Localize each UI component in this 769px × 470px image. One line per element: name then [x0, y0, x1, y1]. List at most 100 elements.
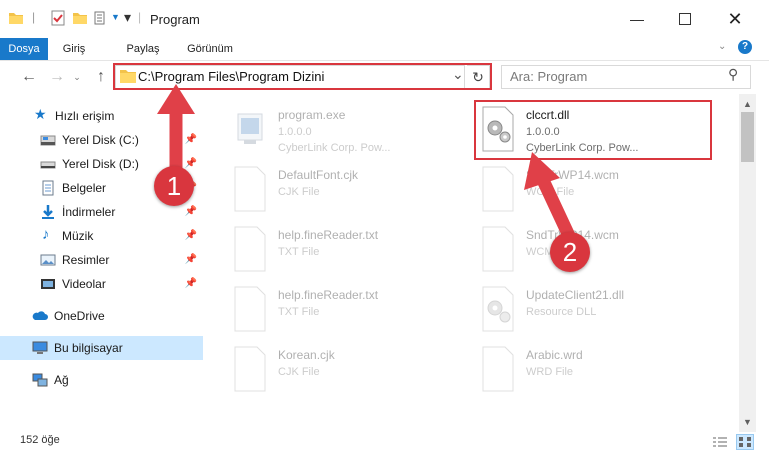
computer-icon: [32, 341, 48, 354]
window-title: Program: [150, 12, 200, 27]
file-name: SndTrWP14.wcm: [526, 168, 619, 182]
document-icon: [482, 166, 514, 212]
file-name: program.exe: [278, 108, 346, 122]
ribbon-bar: [0, 38, 769, 61]
file-name: Korean.cjk: [278, 348, 335, 362]
document-icon: [234, 286, 266, 332]
file-item-help-finereader-txt[interactable]: help.fineReader.txt TXT File: [232, 222, 482, 280]
properties-icon[interactable]: [50, 10, 66, 26]
up-button[interactable]: ↑: [92, 67, 110, 87]
sidebar-item-network[interactable]: Ağ: [0, 368, 203, 392]
file-name: help.fineReader.txt: [278, 288, 379, 302]
sidebar-item-pictures[interactable]: Resimler 📌: [0, 248, 203, 272]
sidebar-item-music[interactable]: ♪ Müzik 📌: [0, 224, 203, 248]
forward-button[interactable]: →: [48, 67, 66, 87]
expand-ribbon-icon[interactable]: ⌄: [718, 41, 726, 52]
close-button[interactable]: ✕: [712, 4, 758, 34]
search-input[interactable]: Ara: Program: [510, 69, 587, 84]
file-highlight-box: [474, 100, 712, 160]
arrow-left-icon: ←: [21, 68, 37, 85]
sidebar-item-local-disk-c[interactable]: Yerel Disk (C:) 📌: [0, 128, 203, 152]
documents-icon: [42, 180, 54, 196]
minimize-icon: —: [630, 11, 644, 27]
status-bar: [0, 432, 769, 470]
network-icon: [32, 373, 48, 387]
maximize-icon: [679, 13, 691, 25]
file-item-help-finereader-txt-2[interactable]: help.fineReader.txt TXT File: [232, 282, 482, 340]
separator: |: [32, 10, 36, 24]
tab-dosya[interactable]: Dosya: [0, 38, 48, 60]
customize-toolbar-icon[interactable]: [94, 10, 110, 26]
file-name: UpdateClient21.dll: [526, 288, 625, 302]
pin-icon[interactable]: 📌: [185, 206, 197, 217]
address-highlight-box: [113, 63, 492, 90]
drive-icon: [40, 135, 56, 146]
help-icon[interactable]: ?: [738, 40, 752, 54]
scroll-down-icon[interactable]: ▼: [739, 414, 756, 430]
file-item-updateclient21-dll[interactable]: UpdateClient21.dll Resource DLL: [480, 282, 730, 340]
music-icon: ♪: [42, 226, 50, 243]
file-type: CJK File: [278, 366, 320, 378]
separator: |: [138, 10, 142, 24]
recent-locations-button[interactable]: ⌄: [68, 67, 86, 87]
tab-paylas[interactable]: Paylaş: [120, 38, 166, 60]
file-item-arabic-wrd[interactable]: Arabic.wrd WRD File: [480, 342, 730, 400]
arrow-right-icon: →: [49, 68, 65, 85]
sidebar-item-quick-access[interactable]: ★ Hızlı erişim: [0, 104, 203, 128]
document-icon: [482, 226, 514, 272]
chevron-down-icon: ⌄: [73, 72, 81, 82]
pin-icon[interactable]: 📌: [185, 158, 197, 169]
sidebar-item-onedrive[interactable]: OneDrive: [0, 304, 203, 328]
back-button[interactable]: ←: [20, 67, 38, 87]
document-icon: [234, 166, 266, 212]
drive-icon: [40, 161, 56, 169]
pin-icon[interactable]: 📌: [185, 230, 197, 241]
scrollbar-thumb[interactable]: [741, 112, 754, 162]
details-view-icon[interactable]: [712, 436, 728, 450]
pin-icon[interactable]: 📌: [185, 134, 197, 145]
chevron-down-icon[interactable]: ▼: [111, 12, 120, 22]
exe-icon: [237, 113, 263, 144]
star-icon: ★: [34, 106, 47, 122]
file-item-sndtrwp14-wcm-2[interactable]: SndTrWP14.wcm WCM File: [480, 222, 730, 280]
sidebar-item-videos[interactable]: Videolar 📌: [0, 272, 203, 296]
search-icon: ⚲: [728, 66, 739, 82]
file-item-defaultfont-cjk[interactable]: DefaultFont.cjk CJK File: [232, 162, 482, 220]
file-name: Arabic.wrd: [526, 348, 583, 362]
download-icon: [42, 205, 54, 219]
pin-icon[interactable]: 📌: [185, 254, 197, 265]
pictures-icon: [40, 254, 56, 266]
folder-icon: [9, 13, 23, 24]
document-icon: [482, 346, 514, 392]
maximize-button[interactable]: [662, 4, 708, 34]
callout-number: 2: [550, 232, 590, 272]
video-icon: [41, 279, 55, 289]
callout-number: 1: [154, 166, 194, 206]
file-item-korean-cjk[interactable]: Korean.cjk CJK File: [232, 342, 482, 400]
scroll-up-icon[interactable]: ▲: [739, 96, 756, 112]
tab-giris[interactable]: Giriş: [56, 38, 92, 60]
file-type: CJK File: [278, 186, 320, 198]
file-type: WRD File: [526, 366, 574, 378]
minimize-button[interactable]: —: [614, 4, 660, 34]
file-name: DefaultFont.cjk: [278, 168, 359, 182]
quick-access-dropdown-icon[interactable]: ▾: [124, 9, 131, 26]
file-type: TXT File: [278, 306, 320, 318]
new-folder-icon[interactable]: [72, 10, 88, 26]
pin-icon[interactable]: 📌: [185, 278, 197, 289]
close-icon: ✕: [727, 8, 743, 29]
file-version: 1.0.0.0: [278, 126, 312, 138]
arrow-up-icon: ↑: [97, 68, 105, 85]
cloud-icon: [32, 311, 48, 320]
file-type: WCM File: [526, 186, 575, 198]
file-type: TXT File: [278, 246, 320, 258]
file-type: Resource DLL: [526, 306, 597, 318]
tab-gorunum[interactable]: Görünüm: [180, 38, 240, 60]
sidebar-item-this-pc[interactable]: Bu bilgisayar: [0, 336, 203, 360]
item-count: 152 öğe: [20, 434, 60, 446]
large-icons-view-icon[interactable]: [736, 434, 754, 450]
document-icon: [234, 226, 266, 272]
file-item-sndtrwp14-wcm[interactable]: SndTrWP14.wcm WCM File: [480, 162, 730, 220]
file-company: CyberLink Corp. Pow...: [278, 142, 391, 154]
file-item-program-exe[interactable]: program.exe 1.0.0.0 CyberLink Corp. Pow.…: [232, 102, 482, 160]
